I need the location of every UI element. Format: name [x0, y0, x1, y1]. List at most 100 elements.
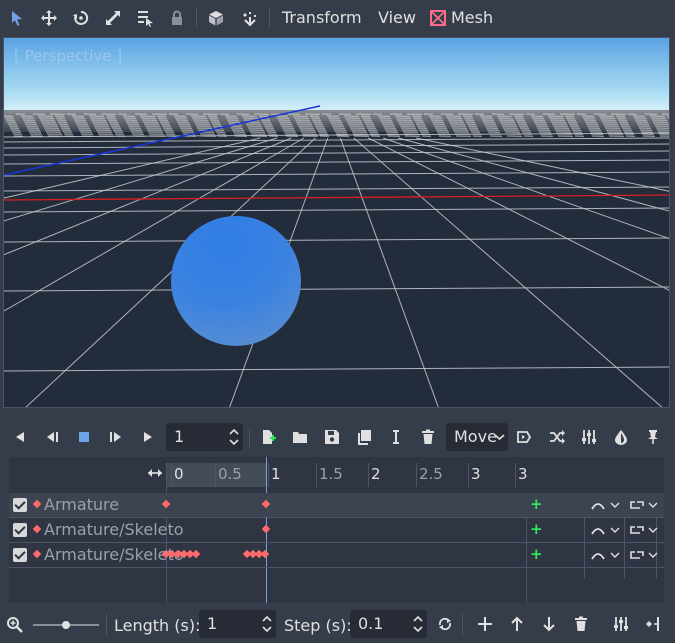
blend-times-icon[interactable] [546, 426, 568, 448]
zoom-slider-handle[interactable] [62, 621, 70, 629]
step-field[interactable]: 0.1 [350, 610, 427, 638]
rotate-icon[interactable] [70, 7, 92, 29]
play-from-start-icon[interactable] [105, 426, 127, 448]
track-mode-dropdown[interactable]: Move [446, 423, 508, 451]
new-animation-icon[interactable] [257, 426, 279, 448]
current-frame-field[interactable]: 1 [166, 423, 243, 451]
spin-arrows-icon[interactable] [261, 613, 273, 635]
length-value: 1 [207, 614, 218, 633]
ruler-tick [416, 463, 417, 487]
track-key-icon [32, 499, 42, 509]
loop-icon[interactable] [434, 613, 456, 635]
zoom-icon [7, 617, 23, 633]
3d-viewport[interactable]: [ Perspective ] [3, 37, 670, 408]
viewport-scene [4, 38, 669, 407]
scale-icon[interactable] [102, 7, 124, 29]
cube-icon[interactable] [205, 7, 227, 29]
ruler-label: 0.5 [218, 465, 242, 483]
play-icon[interactable] [137, 426, 159, 448]
ruler-label: 3 [471, 465, 481, 483]
animation-timeline: 0 0.5 1 1.5 2 2.5 3 3 Armature + Armature/Skele… [9, 457, 664, 603]
ruler-label: 1.5 [319, 465, 343, 483]
separator [462, 614, 463, 636]
remove-track-icon[interactable] [570, 613, 592, 635]
list-select-icon[interactable] [134, 7, 156, 29]
animation-bottom-bar: Length (s): 1 Step (s): 0.1 [0, 604, 675, 643]
length-label: Length (s): [114, 616, 201, 635]
loop-wrap-icon[interactable] [629, 524, 659, 536]
track-mode-value: Move [454, 427, 497, 446]
track-row[interactable]: Armature/Skeleto + [9, 518, 664, 542]
track-row[interactable]: Armature + [9, 493, 664, 517]
save-animation-icon[interactable] [321, 426, 343, 448]
interpolation-mode-icon[interactable] [591, 524, 621, 536]
ruler-label: 2 [371, 465, 381, 483]
autoplay-icon[interactable] [513, 426, 535, 448]
ruler-label: 0 [174, 465, 184, 483]
add-key-icon[interactable]: + [530, 520, 543, 538]
ruler-tick [515, 463, 516, 487]
menu-view[interactable]: View [378, 8, 416, 27]
interpolation-mode-icon[interactable] [591, 499, 621, 511]
move-icon[interactable] [38, 7, 60, 29]
snap-icon[interactable] [238, 7, 260, 29]
step-value: 0.1 [358, 614, 384, 633]
lock-icon[interactable] [166, 7, 188, 29]
track-enabled-checkbox[interactable] [13, 548, 27, 562]
play-backward-icon[interactable] [9, 426, 31, 448]
rename-animation-icon[interactable] [385, 426, 407, 448]
move-track-up-icon[interactable] [506, 613, 528, 635]
length-field[interactable]: 1 [199, 610, 276, 638]
move-track-down-icon[interactable] [538, 613, 560, 635]
track-name: Armature/Skeleto [44, 520, 184, 539]
track-enabled-checkbox[interactable] [13, 498, 27, 512]
separator [249, 429, 250, 447]
keyframe[interactable] [261, 524, 271, 534]
animation-tools-icon[interactable] [578, 426, 600, 448]
current-frame-value: 1 [174, 427, 185, 446]
track-row[interactable]: Armature/Skeleto + [9, 543, 664, 567]
ruler-tick [268, 463, 269, 487]
keyframe[interactable] [161, 499, 171, 509]
remove-animation-icon[interactable] [417, 426, 439, 448]
track-tools-icon[interactable] [610, 613, 632, 635]
keyframe[interactable] [191, 549, 201, 559]
spin-arrows-icon[interactable] [412, 613, 424, 635]
ruler-tick [316, 463, 317, 487]
track-key-icon [32, 524, 42, 534]
ruler-label: 2.5 [419, 465, 443, 483]
add-key-icon[interactable]: + [530, 495, 543, 513]
time-ruler[interactable]: 0 0.5 1 1.5 2 2.5 3 3 [166, 463, 532, 487]
track-enabled-checkbox[interactable] [13, 523, 27, 537]
zoom-range-icon [148, 469, 162, 477]
mesh-icon [428, 8, 448, 28]
menu-transform[interactable]: Transform [282, 8, 362, 27]
bezier-key-icon[interactable] [642, 613, 664, 635]
select-icon[interactable] [6, 7, 28, 29]
sphere-mesh[interactable] [171, 216, 301, 346]
ruler-tick [215, 463, 216, 487]
step-label: Step (s): [284, 616, 352, 635]
duplicate-animation-icon[interactable] [353, 426, 375, 448]
add-track-icon[interactable] [474, 613, 496, 635]
interpolation-mode-icon[interactable] [591, 549, 621, 561]
loop-wrap-icon[interactable] [629, 549, 659, 561]
stop-icon[interactable] [73, 426, 95, 448]
ruler-tick [468, 463, 469, 487]
keyframe[interactable] [260, 549, 270, 559]
menu-mesh[interactable]: Mesh [451, 8, 493, 27]
loop-wrap-icon[interactable] [629, 499, 659, 511]
add-key-icon[interactable]: + [530, 545, 543, 563]
track-name: Armature [44, 495, 120, 514]
onion-skinning-icon[interactable] [610, 426, 632, 448]
viewport-toolbar: Transform View Mesh [0, 0, 675, 36]
play-backward-from-end-icon[interactable] [41, 426, 63, 448]
separator [106, 614, 107, 636]
keyframe[interactable] [261, 499, 271, 509]
load-animation-icon[interactable] [289, 426, 311, 448]
spin-arrows-icon[interactable] [228, 426, 240, 448]
ruler-label: 1 [271, 465, 281, 483]
perspective-menu[interactable]: [ Perspective ] [14, 47, 122, 65]
ruler-label: 3 [518, 465, 528, 483]
pin-panel-icon[interactable] [642, 426, 664, 448]
